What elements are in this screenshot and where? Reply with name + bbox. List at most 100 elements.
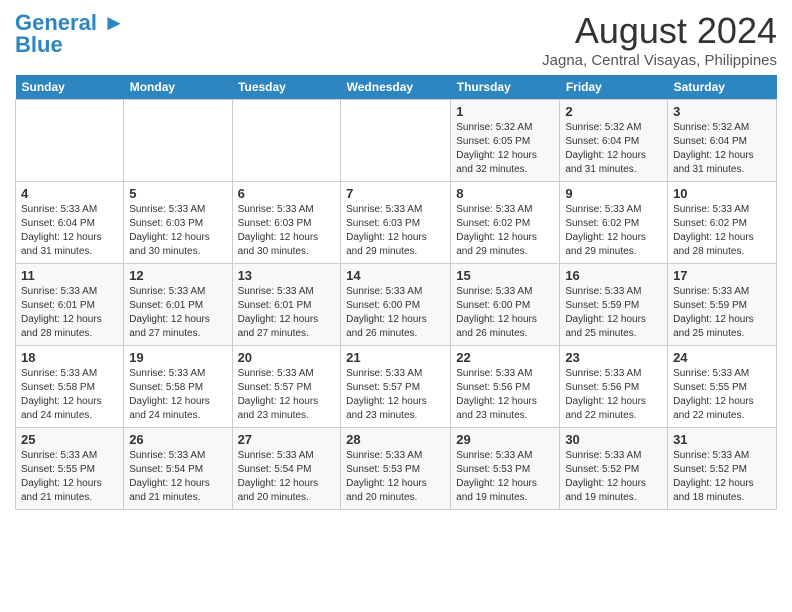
day-info: Sunrise: 5:33 AM Sunset: 6:02 PM Dayligh… — [456, 203, 554, 259]
day-cell: 6 Sunrise: 5:33 AM Sunset: 6:03 PM Daylig… — [232, 182, 341, 264]
week-row-5: 25 Sunrise: 5:33 AM Sunset: 5:55 PM Dayli… — [16, 428, 777, 510]
day-info: Sunrise: 5:33 AM Sunset: 5:57 PM Dayligh… — [346, 367, 445, 423]
day-info: Sunrise: 5:33 AM Sunset: 5:57 PM Dayligh… — [238, 367, 336, 423]
day-cell: 31Sunrise: 5:33 AM Sunset: 5:52 PM Dayli… — [668, 428, 777, 510]
col-header-thursday: Thursday — [451, 75, 560, 100]
day-info: Sunrise: 5:32 AM Sunset: 6:04 PM Dayligh… — [673, 121, 771, 177]
day-info: Sunrise: 5:33 AM Sunset: 5:55 PM Dayligh… — [21, 449, 118, 505]
day-cell: 21 Sunrise: 5:33 AM Sunset: 5:57 PM Dayli… — [341, 346, 451, 428]
day-number: 1 — [456, 104, 554, 119]
day-info: Sunrise: 5:33 AM Sunset: 5:59 PM Dayligh… — [565, 285, 662, 341]
day-cell: 19Sunrise: 5:33 AM Sunset: 5:58 PM Dayli… — [124, 346, 232, 428]
day-cell: 30 Sunrise: 5:33 AM Sunset: 5:52 PM Dayli… — [560, 428, 668, 510]
day-cell: 1 Sunrise: 5:32 AM Sunset: 6:05 PM Daylig… — [451, 100, 560, 182]
day-cell: 7Sunrise: 5:33 AM Sunset: 6:03 PM Daylig… — [341, 182, 451, 264]
day-number: 4 — [21, 186, 118, 201]
day-cell: 9 Sunrise: 5:33 AM Sunset: 6:02 PM Daylig… — [560, 182, 668, 264]
day-number: 5 — [129, 186, 226, 201]
day-cell: 27 Sunrise: 5:33 AM Sunset: 5:54 PM Dayli… — [232, 428, 341, 510]
day-info: Sunrise: 5:33 AM Sunset: 5:55 PM Dayligh… — [673, 367, 771, 423]
day-info: Sunrise: 5:33 AM Sunset: 5:54 PM Dayligh… — [238, 449, 336, 505]
col-header-friday: Friday — [560, 75, 668, 100]
day-number: 15 — [456, 268, 554, 283]
day-number: 9 — [565, 186, 662, 201]
day-info: Sunrise: 5:33 AM Sunset: 5:58 PM Dayligh… — [129, 367, 226, 423]
day-info: Sunrise: 5:33 AM Sunset: 6:04 PM Dayligh… — [21, 203, 118, 259]
day-info: Sunrise: 5:33 AM Sunset: 6:01 PM Dayligh… — [238, 285, 336, 341]
day-info: Sunrise: 5:33 AM Sunset: 6:02 PM Dayligh… — [673, 203, 771, 259]
day-number: 24 — [673, 350, 771, 365]
day-info: Sunrise: 5:33 AM Sunset: 5:56 PM Dayligh… — [456, 367, 554, 423]
day-info: Sunrise: 5:33 AM Sunset: 5:52 PM Dayligh… — [673, 449, 771, 505]
day-cell: 17 Sunrise: 5:33 AM Sunset: 5:59 PM Dayli… — [668, 264, 777, 346]
day-number: 2 — [565, 104, 662, 119]
day-number: 28 — [346, 432, 445, 447]
day-number: 13 — [238, 268, 336, 283]
day-cell: 11Sunrise: 5:33 AM Sunset: 6:01 PM Dayli… — [16, 264, 124, 346]
day-info: Sunrise: 5:33 AM Sunset: 5:52 PM Dayligh… — [565, 449, 662, 505]
col-header-saturday: Saturday — [668, 75, 777, 100]
day-cell — [341, 100, 451, 182]
day-cell: 2 Sunrise: 5:32 AM Sunset: 6:04 PM Daylig… — [560, 100, 668, 182]
day-cell: 23Sunrise: 5:33 AM Sunset: 5:56 PM Dayli… — [560, 346, 668, 428]
day-number: 12 — [129, 268, 226, 283]
day-cell: 15 Sunrise: 5:33 AM Sunset: 6:00 PM Dayli… — [451, 264, 560, 346]
location: Jagna, Central Visayas, Philippines — [542, 52, 777, 69]
day-cell: 18 Sunrise: 5:33 AM Sunset: 5:58 PM Dayli… — [16, 346, 124, 428]
day-info: Sunrise: 5:33 AM Sunset: 5:54 PM Dayligh… — [129, 449, 226, 505]
day-number: 27 — [238, 432, 336, 447]
day-number: 6 — [238, 186, 336, 201]
day-number: 20 — [238, 350, 336, 365]
day-info: Sunrise: 5:33 AM Sunset: 6:01 PM Dayligh… — [129, 285, 226, 341]
day-info: Sunrise: 5:33 AM Sunset: 5:53 PM Dayligh… — [456, 449, 554, 505]
week-row-4: 18 Sunrise: 5:33 AM Sunset: 5:58 PM Dayli… — [16, 346, 777, 428]
week-row-2: 4 Sunrise: 5:33 AM Sunset: 6:04 PM Daylig… — [16, 182, 777, 264]
day-cell: 22 Sunrise: 5:33 AM Sunset: 5:56 PM Dayli… — [451, 346, 560, 428]
col-header-monday: Monday — [124, 75, 232, 100]
day-cell: 5 Sunrise: 5:33 AM Sunset: 6:03 PM Daylig… — [124, 182, 232, 264]
day-info: Sunrise: 5:32 AM Sunset: 6:04 PM Dayligh… — [565, 121, 662, 177]
day-info: Sunrise: 5:33 AM Sunset: 6:00 PM Dayligh… — [456, 285, 554, 341]
month-year: August 2024 — [542, 10, 777, 52]
day-cell: 8Sunrise: 5:33 AM Sunset: 6:02 PM Daylig… — [451, 182, 560, 264]
day-cell: 10Sunrise: 5:33 AM Sunset: 6:02 PM Dayli… — [668, 182, 777, 264]
day-cell: 13 Sunrise: 5:33 AM Sunset: 6:01 PM Dayli… — [232, 264, 341, 346]
title-block: August 2024 Jagna, Central Visayas, Phil… — [542, 10, 777, 69]
day-number: 30 — [565, 432, 662, 447]
day-info: Sunrise: 5:33 AM Sunset: 6:00 PM Dayligh… — [346, 285, 445, 341]
day-cell — [232, 100, 341, 182]
col-header-wednesday: Wednesday — [341, 75, 451, 100]
day-number: 7 — [346, 186, 445, 201]
day-info: Sunrise: 5:33 AM Sunset: 6:02 PM Dayligh… — [565, 203, 662, 259]
day-info: Sunrise: 5:33 AM Sunset: 5:53 PM Dayligh… — [346, 449, 445, 505]
day-cell: 24 Sunrise: 5:33 AM Sunset: 5:55 PM Dayli… — [668, 346, 777, 428]
day-info: Sunrise: 5:33 AM Sunset: 5:59 PM Dayligh… — [673, 285, 771, 341]
day-cell: 28 Sunrise: 5:33 AM Sunset: 5:53 PM Dayli… — [341, 428, 451, 510]
calendar-table: SundayMondayTuesdayWednesdayThursdayFrid… — [15, 75, 777, 510]
week-row-3: 11Sunrise: 5:33 AM Sunset: 6:01 PM Dayli… — [16, 264, 777, 346]
day-number: 29 — [456, 432, 554, 447]
day-cell — [16, 100, 124, 182]
calendar-header-row: SundayMondayTuesdayWednesdayThursdayFrid… — [16, 75, 777, 100]
day-info: Sunrise: 5:33 AM Sunset: 6:01 PM Dayligh… — [21, 285, 118, 341]
day-info: Sunrise: 5:33 AM Sunset: 6:03 PM Dayligh… — [238, 203, 336, 259]
day-info: Sunrise: 5:33 AM Sunset: 5:58 PM Dayligh… — [21, 367, 118, 423]
day-cell: 26Sunrise: 5:33 AM Sunset: 5:54 PM Dayli… — [124, 428, 232, 510]
page-header: General ► Blue August 2024 Jagna, Centra… — [15, 10, 777, 69]
day-cell: 16Sunrise: 5:33 AM Sunset: 5:59 PM Dayli… — [560, 264, 668, 346]
day-number: 22 — [456, 350, 554, 365]
day-cell: 14Sunrise: 5:33 AM Sunset: 6:00 PM Dayli… — [341, 264, 451, 346]
day-cell: 12 Sunrise: 5:33 AM Sunset: 6:01 PM Dayli… — [124, 264, 232, 346]
day-cell — [124, 100, 232, 182]
day-number: 25 — [21, 432, 118, 447]
day-number: 17 — [673, 268, 771, 283]
logo: General ► Blue — [15, 10, 125, 58]
day-info: Sunrise: 5:32 AM Sunset: 6:05 PM Dayligh… — [456, 121, 554, 177]
day-cell: 25 Sunrise: 5:33 AM Sunset: 5:55 PM Dayli… — [16, 428, 124, 510]
day-number: 21 — [346, 350, 445, 365]
col-header-tuesday: Tuesday — [232, 75, 341, 100]
day-info: Sunrise: 5:33 AM Sunset: 6:03 PM Dayligh… — [129, 203, 226, 259]
day-cell: 4 Sunrise: 5:33 AM Sunset: 6:04 PM Daylig… — [16, 182, 124, 264]
day-number: 18 — [21, 350, 118, 365]
col-header-sunday: Sunday — [16, 75, 124, 100]
